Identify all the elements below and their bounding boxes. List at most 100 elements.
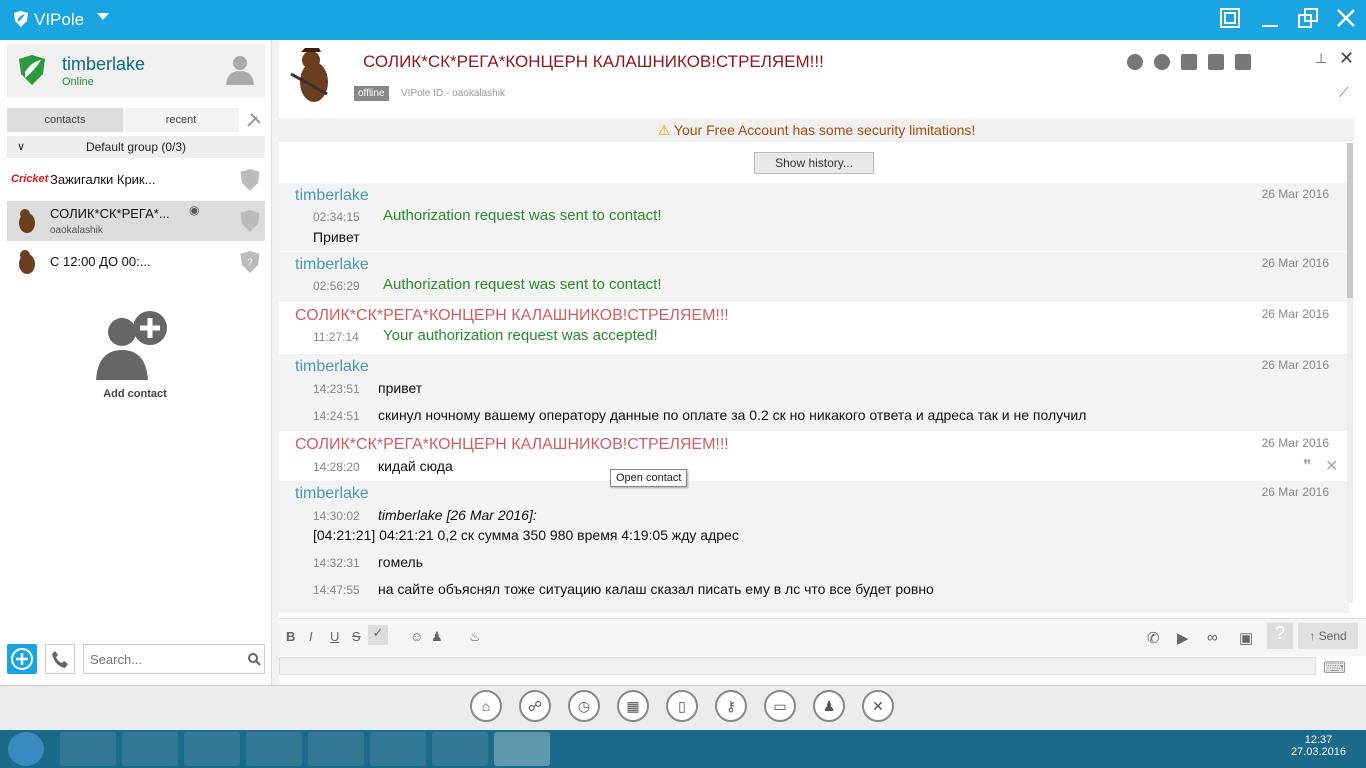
message-input[interactable]: [279, 657, 1316, 675]
tools-icon[interactable]: [246, 112, 262, 128]
message-time: 14:24:51: [313, 409, 360, 423]
settings-nav-icon[interactable]: ✕: [862, 690, 894, 722]
key-icon[interactable]: ⚷: [715, 690, 747, 722]
contact-share-icon[interactable]: ♟: [431, 629, 443, 645]
cricket-logo: Cricket: [11, 173, 49, 185]
vipole-logo-icon: [14, 11, 28, 27]
taskbar-app-vlc[interactable]: [184, 732, 240, 766]
home-icon[interactable]: ⌂: [470, 690, 502, 722]
pin-icon[interactable]: ⊥: [1315, 50, 1327, 67]
taskbar-app-chrome[interactable]: [246, 732, 302, 766]
message-author[interactable]: timberlake: [295, 358, 369, 376]
send-button[interactable]: ↑ Send: [1298, 623, 1358, 649]
users-nav-icon[interactable]: ♟: [813, 690, 845, 722]
spellcheck-icon[interactable]: ✓: [368, 625, 388, 645]
message-block: timberlake 26 Mar 2016 14:30:02 timberlak…: [279, 481, 1349, 613]
bold-button[interactable]: B: [286, 629, 295, 644]
maximize-icon[interactable]: [1294, 6, 1322, 34]
contact-tabs: contacts recent: [7, 108, 239, 132]
group-header[interactable]: ∨ Default group (0/3): [7, 136, 265, 158]
profile-card[interactable]: timberlake Online: [7, 44, 265, 98]
note-icon[interactable]: [1235, 54, 1251, 70]
message-date: 26 Mar 2016: [1261, 485, 1329, 499]
help-icon[interactable]: ?: [1267, 623, 1293, 649]
restore-icon[interactable]: [1216, 6, 1244, 34]
message-author[interactable]: timberlake: [295, 485, 369, 503]
message-text: гомель: [378, 554, 423, 570]
keyboard-icon[interactable]: ⌨: [1323, 658, 1346, 678]
save-icon[interactable]: ▣: [1239, 629, 1253, 647]
message-date: 26 Mar 2016: [1261, 307, 1329, 321]
calendar-nav-icon[interactable]: ▦: [617, 690, 649, 722]
broom-icon[interactable]: ⟋: [1339, 84, 1349, 101]
group-label: Default group (0/3): [85, 140, 187, 154]
message-time: 14:28:20: [313, 460, 360, 474]
system-clock[interactable]: 12:37 27.03.2016: [1291, 734, 1346, 758]
folder-icon[interactable]: ▭: [764, 690, 796, 722]
eye-icon: ◉: [189, 203, 200, 217]
message-date: 26 Mar 2016: [1261, 358, 1329, 372]
tab-recent[interactable]: recent: [123, 108, 239, 132]
calendar-icon[interactable]: [1208, 54, 1224, 70]
add-button[interactable]: [7, 644, 37, 674]
voicemail-icon[interactable]: ∞: [1207, 629, 1218, 646]
avatar[interactable]: [287, 44, 339, 106]
scrollbar-thumb[interactable]: [1347, 143, 1353, 298]
footer-nav: ⌂ ☍ ◷ ▦ ▯ ⚷ ▭ ♟ ✕: [0, 685, 1366, 730]
search-icon[interactable]: [247, 652, 261, 666]
left-bottom-bar: [7, 644, 265, 676]
smile-icon[interactable]: ☺: [410, 629, 423, 644]
avatar-placeholder-icon[interactable]: [223, 52, 257, 86]
message-block: СОЛИК*СК*РЕГА*КОНЦЕРН КАЛАШНИКОВ!СТРЕЛЯЕ…: [279, 303, 1349, 353]
fire-icon[interactable]: ♨: [469, 629, 481, 645]
contact-item[interactable]: С 12:00 ДО 00:... ?: [7, 242, 265, 282]
minimize-icon[interactable]: [1256, 6, 1284, 34]
show-history-button[interactable]: Show history...: [754, 152, 874, 174]
vipole-id: VIPole ID - oaokalashik: [401, 88, 505, 99]
video-icon[interactable]: ▶: [1177, 629, 1189, 647]
chat-panel: СОЛИК*СК*РЕГА*КОНЦЕРН КАЛАШНИКОВ!СТРЕЛЯЕ…: [279, 40, 1366, 685]
search-input[interactable]: [83, 644, 265, 674]
contact-name: Зажигалки Крик...: [50, 172, 156, 187]
taskbar-app-skype[interactable]: [308, 732, 364, 766]
shield-icon: [240, 210, 260, 232]
close-icon[interactable]: [1332, 6, 1360, 34]
shield-icon: [240, 169, 260, 191]
tooltip: Open contact: [610, 469, 688, 487]
call-button[interactable]: [45, 644, 75, 674]
message-author[interactable]: СОЛИК*СК*РЕГА*КОНЦЕРН КАЛАШНИКОВ!СТРЕЛЯЕ…: [295, 436, 729, 454]
start-button[interactable]: [8, 732, 44, 766]
taskbar-app-save[interactable]: [60, 732, 116, 766]
phone-icon[interactable]: ✆: [1147, 629, 1160, 647]
message-author[interactable]: timberlake: [295, 187, 369, 205]
warning-text: Your Free Account has some security limi…: [673, 122, 976, 138]
italic-button[interactable]: I: [309, 629, 313, 644]
taskbar-app-solitaire[interactable]: [122, 732, 178, 766]
info-icon[interactable]: [1154, 54, 1170, 70]
taskbar-app-vipole[interactable]: [494, 732, 550, 766]
history-nav-icon[interactable]: ◷: [568, 690, 600, 722]
taskbar-app-globe[interactable]: [432, 732, 488, 766]
quote-icon[interactable]: ❞: [1303, 456, 1312, 476]
app-menu-chevron-icon[interactable]: [97, 13, 109, 20]
add-contact-button[interactable]: Add contact: [90, 310, 180, 405]
notes-nav-icon[interactable]: ▯: [666, 690, 698, 722]
message-text: Authorization request was sent to contac…: [383, 276, 662, 293]
app-title: VIPole: [34, 10, 85, 29]
delete-message-icon[interactable]: ✕: [1325, 456, 1338, 476]
contact-item[interactable]: СОЛИК*СК*РЕГА*... oaokalashik ◉: [7, 201, 265, 241]
message-list: timberlake 26 Mar 2016 02:34:15 Authoriza…: [279, 183, 1349, 613]
message-author[interactable]: timberlake: [295, 256, 369, 274]
underline-button[interactable]: U: [330, 629, 339, 644]
chat-scrollbar[interactable]: [1347, 143, 1353, 603]
users-icon[interactable]: [1181, 54, 1197, 70]
strike-button[interactable]: S: [352, 629, 361, 644]
avatar: [19, 250, 35, 274]
close-chat-icon[interactable]: ✕: [1339, 48, 1354, 69]
taskbar-app-explorer[interactable]: [370, 732, 426, 766]
contacts-nav-icon[interactable]: ☍: [519, 690, 551, 722]
message-author[interactable]: СОЛИК*СК*РЕГА*КОНЦЕРН КАЛАШНИКОВ!СТРЕЛЯЕ…: [295, 307, 729, 325]
contact-item[interactable]: Cricket Зажигалки Крик...: [7, 160, 265, 200]
tab-contacts[interactable]: contacts: [7, 108, 123, 132]
history-icon[interactable]: [1127, 54, 1143, 70]
